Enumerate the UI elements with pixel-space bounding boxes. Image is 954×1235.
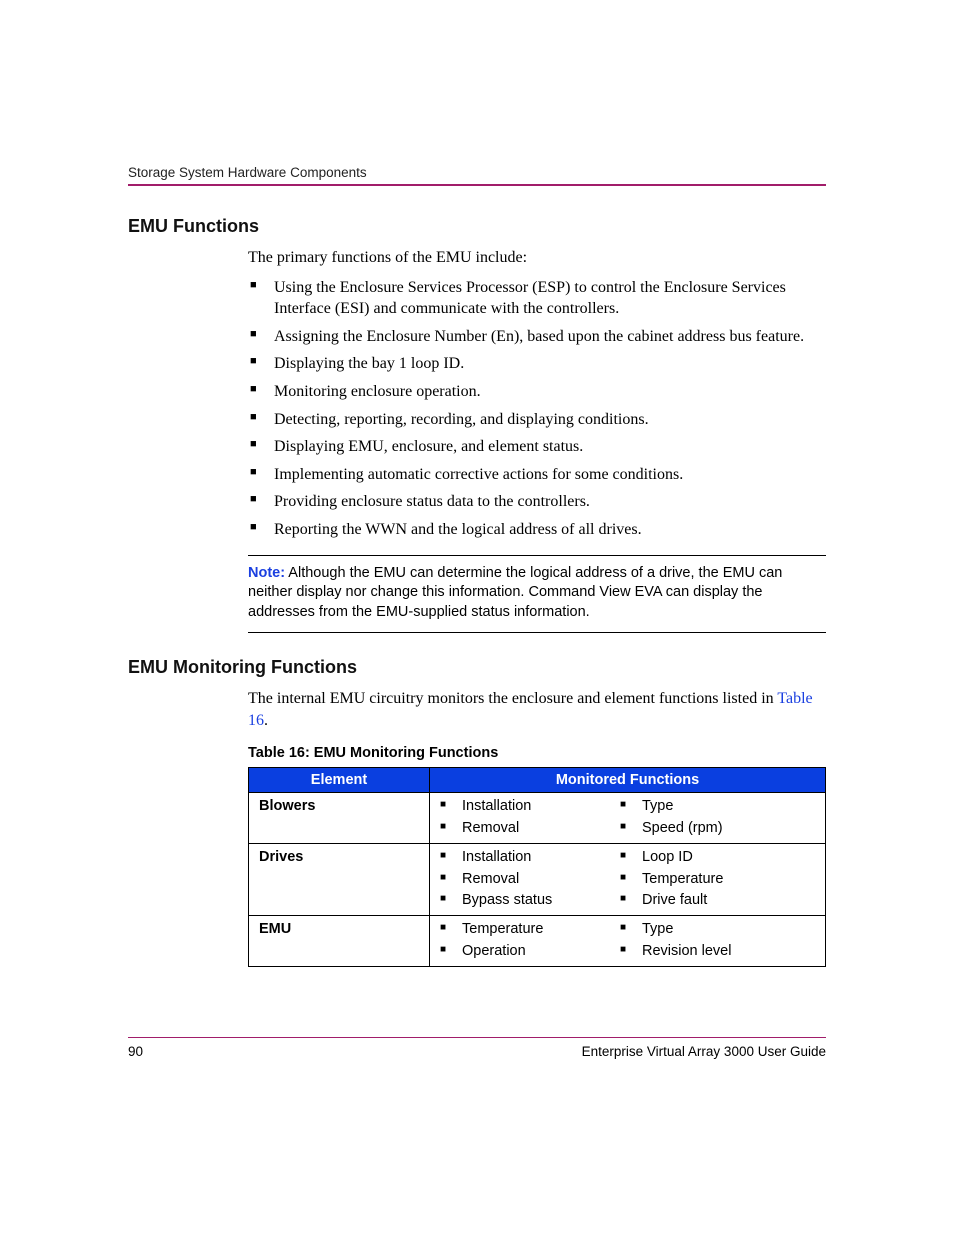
section-heading-emu-monitoring: EMU Monitoring Functions	[128, 657, 826, 678]
func-item: Temperature	[436, 919, 616, 941]
cell-functions: Installation Removal Type Speed (rpm)	[430, 793, 826, 844]
table-row: EMU Temperature Operation Type Revision …	[249, 916, 826, 967]
list-item: Using the Enclosure Services Processor (…	[248, 277, 826, 320]
func-item: Removal	[436, 869, 616, 891]
intro-text-pre: The internal EMU circuitry monitors the …	[248, 690, 777, 707]
intro-monitoring: The internal EMU circuitry monitors the …	[248, 688, 826, 731]
cell-functions: Temperature Operation Type Revision leve…	[430, 916, 826, 967]
func-item: Type	[616, 796, 796, 818]
func-item: Type	[616, 919, 796, 941]
running-header: Storage System Hardware Components	[128, 165, 826, 180]
monitoring-table: Element Monitored Functions Blowers Inst…	[248, 767, 826, 966]
note-label: Note:	[248, 565, 285, 581]
table-header-monitored: Monitored Functions	[430, 768, 826, 793]
table-header-element: Element	[249, 768, 430, 793]
list-item: Detecting, reporting, recording, and dis…	[248, 409, 826, 431]
func-item: Temperature	[616, 869, 796, 891]
func-item: Bypass status	[436, 890, 616, 912]
func-item: Removal	[436, 818, 616, 840]
cell-element: Drives	[249, 843, 430, 915]
page-number: 90	[128, 1044, 143, 1059]
note-block: Note: Although the EMU can determine the…	[248, 555, 826, 634]
cell-element: EMU	[249, 916, 430, 967]
intro-para: The primary functions of the EMU include…	[248, 247, 826, 269]
list-item: Assigning the Enclosure Number (En), bas…	[248, 326, 826, 348]
list-item: Monitoring enclosure operation.	[248, 381, 826, 403]
section-heading-emu-functions: EMU Functions	[128, 216, 826, 237]
cell-functions: Installation Removal Bypass status Loop …	[430, 843, 826, 915]
page-footer: 90 Enterprise Virtual Array 3000 User Gu…	[128, 1037, 826, 1059]
func-item: Operation	[436, 941, 616, 963]
table-row: Drives Installation Removal Bypass statu…	[249, 843, 826, 915]
doc-title: Enterprise Virtual Array 3000 User Guide	[582, 1044, 826, 1059]
list-item: Providing enclosure status data to the c…	[248, 491, 826, 513]
func-item: Drive fault	[616, 890, 796, 912]
cell-element: Blowers	[249, 793, 430, 844]
table-header-row: Element Monitored Functions	[249, 768, 826, 793]
note-body: Although the EMU can determine the logic…	[248, 565, 782, 620]
func-item: Installation	[436, 847, 616, 869]
list-item: Implementing automatic corrective action…	[248, 464, 826, 486]
header-rule	[128, 184, 826, 186]
intro-text-post: .	[264, 712, 268, 729]
func-item: Installation	[436, 796, 616, 818]
functions-list: Using the Enclosure Services Processor (…	[248, 277, 826, 541]
table-row: Blowers Installation Removal Type Speed …	[249, 793, 826, 844]
list-item: Displaying the bay 1 loop ID.	[248, 353, 826, 375]
func-item: Speed (rpm)	[616, 818, 796, 840]
func-item: Revision level	[616, 941, 796, 963]
func-item: Loop ID	[616, 847, 796, 869]
list-item: Reporting the WWN and the logical addres…	[248, 519, 826, 541]
footer-rule	[128, 1037, 826, 1038]
table-caption: Table 16: EMU Monitoring Functions	[248, 745, 826, 761]
list-item: Displaying EMU, enclosure, and element s…	[248, 436, 826, 458]
